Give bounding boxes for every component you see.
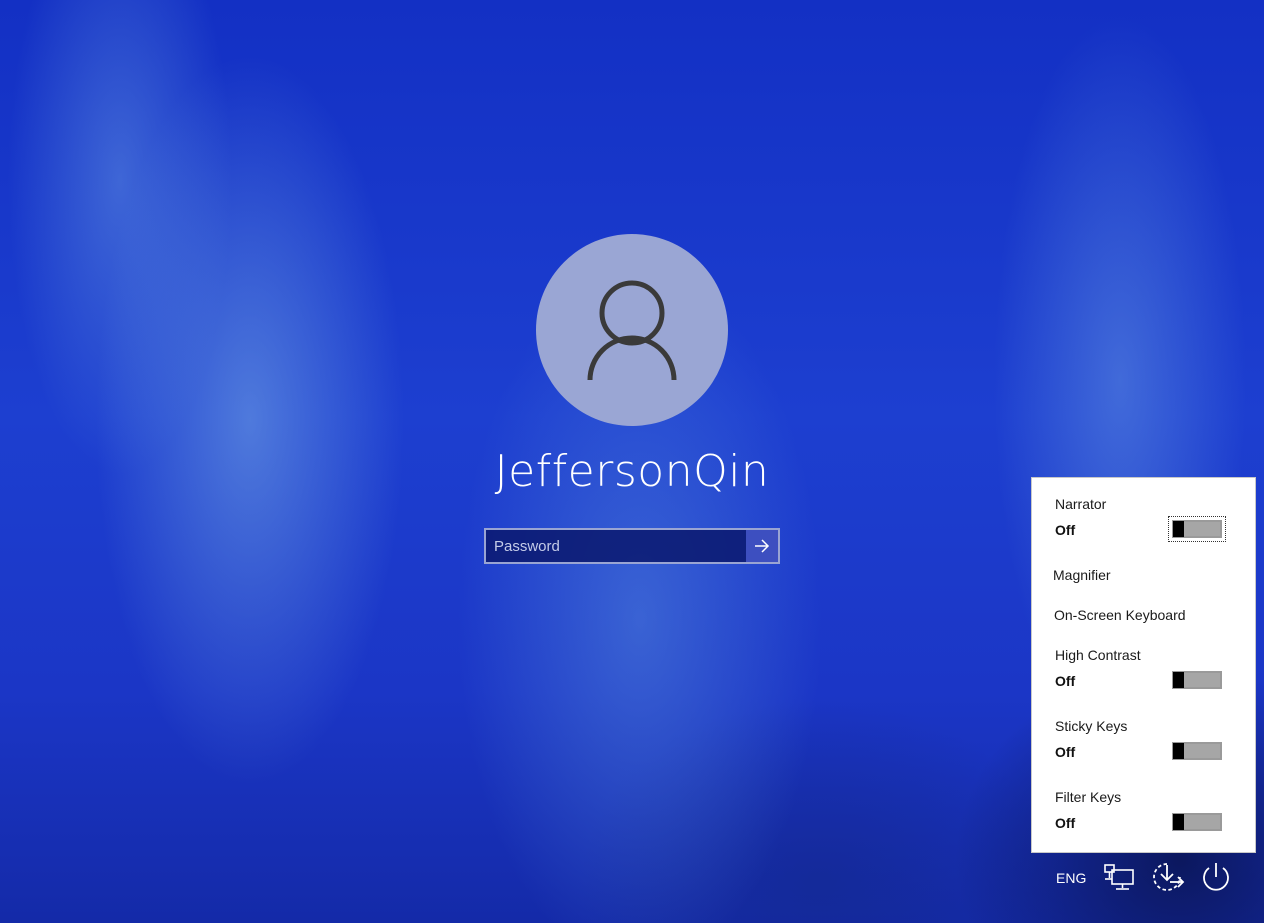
password-box xyxy=(484,528,780,564)
username-label: JeffersonQin xyxy=(494,446,770,497)
user-silhouette-icon xyxy=(587,280,677,381)
narrator-toggle[interactable] xyxy=(1168,516,1226,542)
ease-of-access-menu: Narrator Off Magnifier On-Screen Keyboar… xyxy=(1031,477,1256,853)
sticky-keys-state: Off xyxy=(1055,744,1076,760)
toggle-thumb xyxy=(1173,521,1184,537)
toggle-thumb xyxy=(1173,814,1184,830)
power-icon[interactable] xyxy=(1199,860,1233,899)
toggle-thumb xyxy=(1173,743,1184,759)
filter-keys-label: Filter Keys xyxy=(1055,789,1122,805)
ease-of-access-icon[interactable] xyxy=(1150,860,1186,899)
high-contrast-state: Off xyxy=(1055,673,1076,689)
user-avatar xyxy=(536,234,728,426)
magnifier-item[interactable]: Magnifier xyxy=(1053,567,1111,583)
filter-keys-toggle[interactable] xyxy=(1172,813,1222,831)
high-contrast-label: High Contrast xyxy=(1055,647,1141,663)
network-icon[interactable] xyxy=(1103,862,1137,897)
on-screen-keyboard-item[interactable]: On-Screen Keyboard xyxy=(1054,607,1186,623)
language-indicator[interactable]: ENG xyxy=(1056,870,1086,886)
narrator-label: Narrator xyxy=(1055,496,1107,512)
high-contrast-toggle[interactable] xyxy=(1172,671,1222,689)
submit-password-button[interactable] xyxy=(746,530,778,562)
narrator-state: Off xyxy=(1055,522,1076,538)
toggle-thumb xyxy=(1173,672,1184,688)
filter-keys-state: Off xyxy=(1055,815,1076,831)
arrow-right-icon xyxy=(755,539,770,553)
sticky-keys-label: Sticky Keys xyxy=(1055,718,1128,734)
password-input[interactable] xyxy=(486,530,746,562)
sticky-keys-toggle[interactable] xyxy=(1172,742,1222,760)
